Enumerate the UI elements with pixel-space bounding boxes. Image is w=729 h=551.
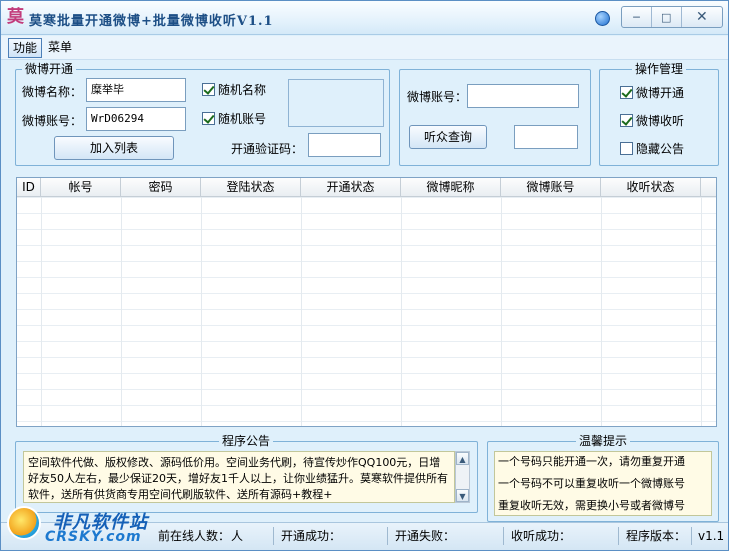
weibo-name-input[interactable]: 糜举毕	[86, 78, 186, 102]
column-header-open-status[interactable]: 开通状态	[301, 178, 401, 196]
captcha-image	[288, 79, 384, 127]
random-name-checkbox[interactable]: 随机名称	[202, 81, 266, 97]
ops-weibo-listen-label: 微博收听	[636, 113, 685, 128]
checkbox-empty-icon	[620, 141, 633, 155]
status-divider	[387, 527, 388, 545]
column-header-listen-status[interactable]: 收听状态	[601, 178, 701, 196]
minimize-icon[interactable]: ─	[622, 7, 652, 27]
column-header-weibo-account[interactable]: 微博账号	[501, 178, 601, 196]
watermark-en: CRSKY.com	[45, 529, 142, 545]
verify-code-input[interactable]	[308, 133, 381, 157]
table-header: ID 帐号 密码 登陆状态 开通状态 微博昵称 微博账号 收听状态	[17, 178, 716, 197]
operation-legend: 操作管理	[632, 62, 687, 76]
scroll-up-icon[interactable]: ▲	[456, 452, 469, 465]
skin-orb-icon[interactable]	[595, 11, 610, 26]
column-header-account[interactable]: 帐号	[41, 178, 121, 196]
grid-line	[301, 197, 302, 426]
online-count-unit: 人	[231, 529, 244, 543]
tips-legend: 温馨提示	[576, 434, 631, 448]
window-controls: ─ □ ✕	[621, 6, 723, 28]
add-to-list-button[interactable]: 加入列表	[54, 136, 174, 160]
maximize-icon[interactable]: □	[652, 7, 682, 27]
listen-success-label: 收听成功：	[511, 529, 572, 543]
tips-group: 温馨提示 一个号码只能开通一次，请勿重复开通 一个号码不可以重复收听一个微博账号…	[487, 434, 719, 522]
grid-line	[501, 197, 502, 426]
checkbox-check-icon	[202, 111, 215, 125]
query-account-label: 微博账号：	[407, 90, 468, 104]
weibo-open-legend: 微博开通	[22, 62, 77, 76]
random-account-label: 随机账号	[218, 111, 267, 126]
query-result-field[interactable]	[514, 125, 578, 149]
menu-bar: 功能 菜单	[1, 36, 728, 60]
listener-query-group: 微博账号： 听众查询	[399, 69, 591, 166]
scroll-down-icon[interactable]: ▼	[456, 489, 469, 502]
menu-item-function[interactable]: 功能	[8, 38, 43, 58]
weibo-name-label: 微博名称：	[22, 85, 83, 99]
checkbox-check-icon	[202, 82, 215, 96]
online-count-label: 前在线人数：	[158, 529, 231, 543]
ops-hide-notice-label: 隐藏公告	[636, 141, 685, 156]
notice-scrollbar[interactable]: ▲ ▼	[455, 451, 470, 503]
checkbox-check-icon	[620, 85, 633, 99]
random-name-label: 随机名称	[218, 82, 267, 97]
ops-weibo-open-checkbox[interactable]: 微博开通	[620, 84, 684, 100]
column-header-id[interactable]: ID	[17, 178, 41, 196]
notice-content: 空间软件代做、版权修改、源码低价用。空间业务代刷，待宣传炒作QQ100元，日增好…	[28, 456, 448, 501]
operation-group: 操作管理 微博开通 微博收听 隐藏公告	[599, 62, 719, 166]
weibo-account-input[interactable]: WrD06294	[86, 107, 186, 131]
watermark-logo-icon	[7, 506, 41, 540]
listener-query-button[interactable]: 听众查询	[409, 125, 487, 149]
query-account-input[interactable]	[467, 84, 579, 108]
status-divider	[503, 527, 504, 545]
menu-item-menu[interactable]: 菜单	[44, 38, 76, 58]
tips-box: 一个号码只能开通一次，请勿重复开通 一个号码不可以重复收听一个微博账号 重复收听…	[494, 451, 712, 516]
grid-line	[121, 197, 122, 426]
checkbox-check-icon	[620, 113, 633, 127]
ops-weibo-listen-checkbox[interactable]: 微博收听	[620, 112, 684, 128]
random-account-checkbox[interactable]: 随机账号	[202, 110, 266, 126]
column-header-password[interactable]: 密码	[121, 178, 201, 196]
app-logo-icon: 莫	[7, 7, 24, 27]
ops-hide-notice-checkbox[interactable]: 隐藏公告	[620, 140, 684, 156]
weibo-account-label: 微博账号：	[22, 114, 83, 128]
account-table[interactable]: ID 帐号 密码 登陆状态 开通状态 微博昵称 微博账号 收听状态	[16, 177, 717, 427]
version-label: 程序版本：	[626, 529, 687, 543]
ops-weibo-open-label: 微博开通	[636, 85, 685, 100]
column-header-login-status[interactable]: 登陆状态	[201, 178, 301, 196]
grid-line	[41, 197, 42, 426]
tip-line: 一个号码不可以重复收听一个微博账号	[498, 477, 685, 490]
status-divider	[618, 527, 619, 545]
column-header-nickname[interactable]: 微博昵称	[401, 178, 501, 196]
grid-line	[201, 197, 202, 426]
title-bar[interactable]: 莫 莫寒批量开通微博+批量微博收听V1.1 ─ □ ✕	[1, 1, 728, 35]
close-icon[interactable]: ✕	[682, 7, 722, 27]
grid-line	[701, 197, 702, 426]
site-watermark: 非凡软件站 CRSKY.com	[1, 496, 166, 550]
version-value: v1.1	[698, 529, 725, 543]
grid-line	[401, 197, 402, 426]
status-divider	[273, 527, 274, 545]
window-title: 莫寒批量开通微博+批量微博收听V1.1	[29, 14, 274, 29]
tip-line: 重复收听无效，需更换小号或者微博号	[498, 499, 685, 512]
open-fail-label: 开通失败：	[395, 529, 456, 543]
open-success-label: 开通成功：	[281, 529, 342, 543]
grid-line	[601, 197, 602, 426]
weibo-open-group: 微博开通 微博名称： 糜举毕 微博账号： WrD06294 随机名称 随机账号 …	[15, 62, 390, 166]
main-window: 莫 莫寒批量开通微博+批量微博收听V1.1 ─ □ ✕ 功能 菜单 微博开通 微…	[0, 0, 729, 551]
status-divider	[691, 527, 692, 545]
verify-code-label: 开通验证码：	[231, 142, 304, 156]
notice-legend: 程序公告	[219, 434, 274, 448]
tip-line: 一个号码只能开通一次，请勿重复开通	[498, 455, 685, 468]
